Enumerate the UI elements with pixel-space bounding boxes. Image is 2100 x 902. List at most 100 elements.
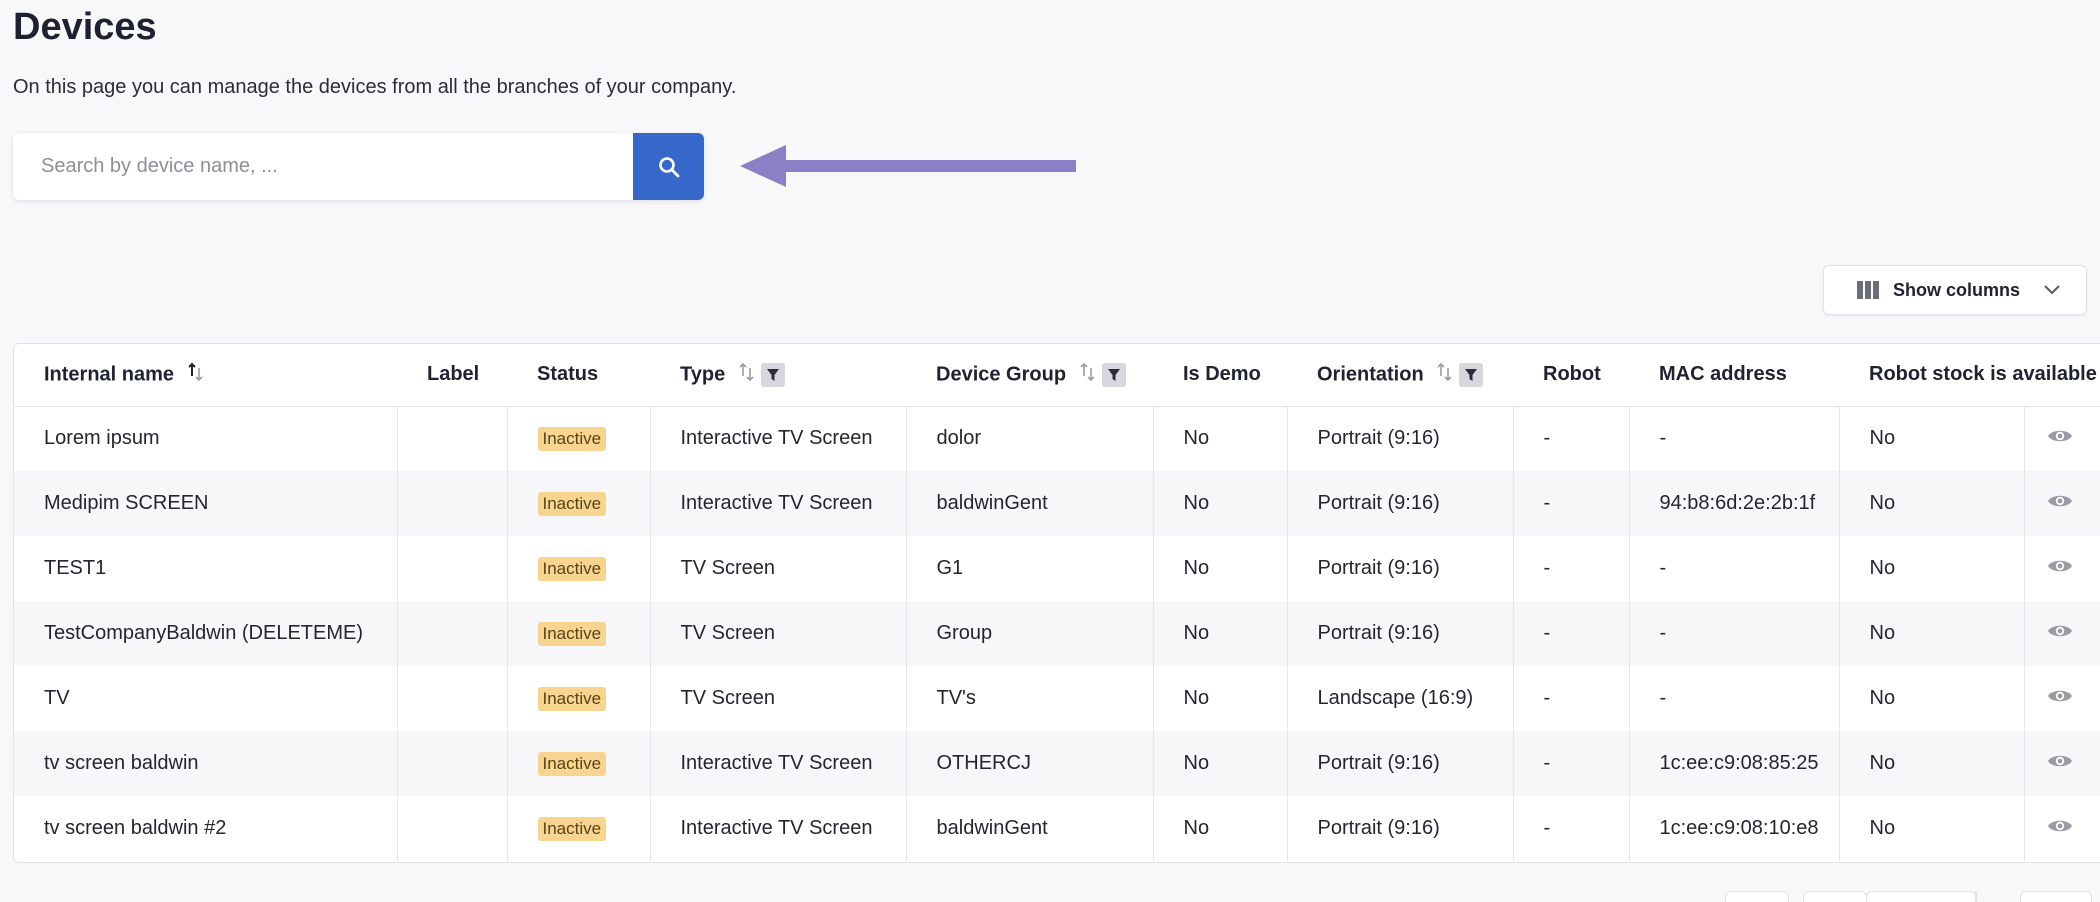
cell-robot: - [1513, 471, 1630, 536]
cell-type: TV Screen [650, 601, 907, 666]
table-row[interactable]: tv screen baldwin Inactive Interactive TV … [14, 731, 2100, 796]
cell-actions [2023, 406, 2100, 471]
column-header-status[interactable]: Status [507, 344, 650, 406]
cell-is-demo: No [1153, 601, 1288, 666]
sort-icon[interactable] [1437, 362, 1453, 388]
view-eye-icon[interactable] [2047, 427, 2073, 445]
cell-orientation: Portrait (9:16) [1287, 731, 1514, 796]
cell-orientation: Portrait (9:16) [1287, 536, 1514, 601]
cell-mac-address: - [1629, 406, 1840, 471]
column-header-mac-address[interactable]: MAC address [1629, 344, 1839, 406]
cell-type: Interactive TV Screen [650, 471, 907, 536]
view-eye-icon[interactable] [2047, 557, 2073, 575]
pagination-control[interactable] [1803, 891, 1867, 902]
column-header-label[interactable]: Label [397, 344, 507, 406]
column-header-robot[interactable]: Robot [1513, 344, 1629, 406]
column-header-device-group[interactable]: Device Group [906, 344, 1153, 406]
status-badge: Inactive [537, 491, 607, 516]
sort-icon[interactable] [1080, 362, 1096, 388]
chevron-down-icon [2044, 285, 2060, 295]
view-eye-icon[interactable] [2047, 492, 2073, 510]
status-badge: Inactive [537, 751, 607, 776]
cell-is-demo: No [1153, 471, 1288, 536]
filter-icon[interactable] [760, 362, 785, 387]
pagination-control[interactable] [1866, 891, 1976, 902]
search-input[interactable] [13, 133, 633, 200]
columns-icon [1857, 281, 1879, 299]
cell-mac-address: - [1629, 601, 1840, 666]
cell-internal-name: TEST1 [14, 536, 398, 601]
table-header-row: Internal name Label Status Type Device G… [14, 344, 2100, 406]
table-row[interactable]: TEST1 Inactive TV Screen G1 No Portrait (9:16… [14, 536, 2100, 601]
cell-actions [2023, 536, 2100, 601]
cell-device-group: TV's [906, 666, 1154, 731]
table-row[interactable]: Lorem ipsum Inactive Interactive TV Screen… [14, 406, 2100, 471]
search-icon [657, 155, 681, 179]
pagination-control[interactable] [2020, 891, 2092, 902]
cell-type: Interactive TV Screen [650, 406, 907, 471]
pagination-control[interactable] [1975, 891, 1977, 902]
cell-device-group: baldwinGent [906, 796, 1154, 861]
cell-is-demo: No [1153, 796, 1288, 861]
filter-icon[interactable] [1459, 362, 1484, 387]
cell-status: Inactive [507, 406, 651, 471]
table-row[interactable]: TestCompanyBaldwin (DELETEME) Inactive TV … [14, 601, 2100, 666]
status-badge: Inactive [537, 686, 607, 711]
cell-status: Inactive [507, 731, 651, 796]
cell-robot-stock: No [1839, 536, 2025, 601]
cell-robot: - [1513, 731, 1630, 796]
column-header-internal-name[interactable]: Internal name [14, 344, 397, 406]
table-row[interactable]: tv screen baldwin #2 Inactive Interactive … [14, 796, 2100, 861]
cell-device-group: G1 [906, 536, 1154, 601]
page-subtitle: On this page you can manage the devices … [13, 76, 737, 98]
cell-internal-name: TV [14, 666, 398, 731]
cell-label [397, 666, 508, 731]
cell-orientation: Landscape (16:9) [1287, 666, 1514, 731]
column-header-robot-stock[interactable]: Robot stock is available [1839, 344, 2100, 406]
cell-mac-address: 94:b8:6d:2e:2b:1f [1629, 471, 1840, 536]
cell-robot: - [1513, 536, 1630, 601]
cell-internal-name: Lorem ipsum [14, 406, 398, 471]
table-row[interactable]: TV Inactive TV Screen TV's No Landscape (16:9… [14, 666, 2100, 731]
cell-is-demo: No [1153, 666, 1288, 731]
cell-label [397, 601, 508, 666]
pagination-control[interactable] [1725, 891, 1789, 902]
cell-orientation: Portrait (9:16) [1287, 406, 1514, 471]
column-header-is-demo[interactable]: Is Demo [1153, 344, 1287, 406]
table-row[interactable]: Medipim SCREEN Inactive Interactive TV Scr… [14, 471, 2100, 536]
cell-mac-address: - [1629, 666, 1840, 731]
cell-type: Interactive TV Screen [650, 731, 907, 796]
view-eye-icon[interactable] [2047, 817, 2073, 835]
column-header-orientation[interactable]: Orientation [1287, 344, 1513, 406]
cell-robot-stock: No [1839, 666, 2025, 731]
cell-robot-stock: No [1839, 731, 2025, 796]
column-header-type[interactable]: Type [650, 344, 906, 406]
view-eye-icon[interactable] [2047, 752, 2073, 770]
filter-icon[interactable] [1101, 362, 1126, 387]
cell-type: TV Screen [650, 536, 907, 601]
sort-icon[interactable] [739, 362, 755, 388]
page-title: Devices [13, 6, 157, 48]
cell-label [397, 796, 508, 861]
cell-mac-address: 1c:ee:c9:08:10:e8 [1629, 796, 1840, 861]
cell-mac-address: 1c:ee:c9:08:85:25 [1629, 731, 1840, 796]
sort-asc-icon[interactable] [187, 362, 204, 388]
view-eye-icon[interactable] [2047, 687, 2073, 705]
cell-orientation: Portrait (9:16) [1287, 796, 1514, 861]
cell-status: Inactive [507, 666, 651, 731]
cell-device-group: Group [906, 601, 1154, 666]
show-columns-label: Show columns [1893, 279, 2021, 300]
pointer-arrow [740, 145, 1080, 192]
cell-mac-address: - [1629, 536, 1840, 601]
cell-actions [2023, 601, 2100, 666]
show-columns-button[interactable]: Show columns [1823, 265, 2087, 315]
view-eye-icon[interactable] [2047, 622, 2073, 640]
cell-type: TV Screen [650, 666, 907, 731]
search-button[interactable] [633, 133, 704, 200]
cell-robot-stock: No [1839, 796, 2025, 861]
cell-robot: - [1513, 796, 1630, 861]
cell-label [397, 471, 508, 536]
cell-robot: - [1513, 406, 1630, 471]
cell-robot: - [1513, 601, 1630, 666]
cell-internal-name: TestCompanyBaldwin (DELETEME) [14, 601, 398, 666]
